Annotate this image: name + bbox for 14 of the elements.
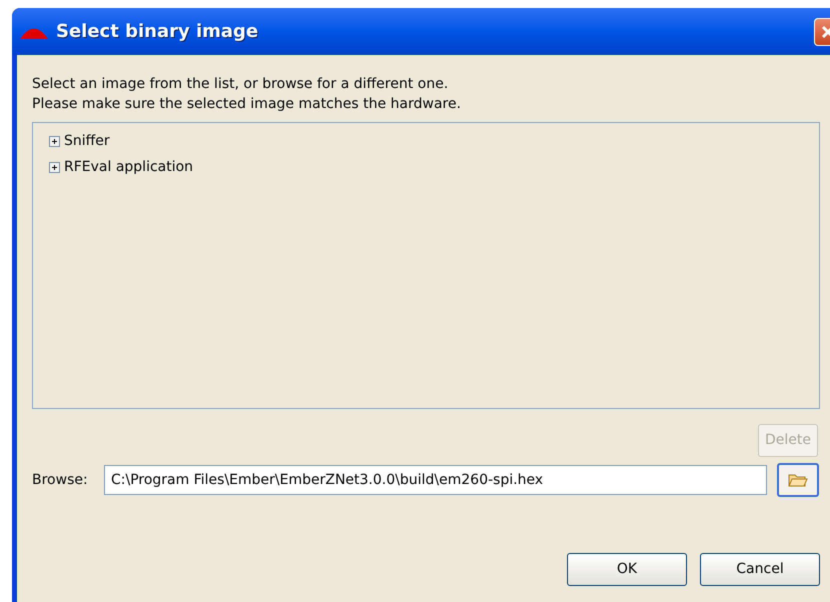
dialog-button[interactable]: OK — [567, 553, 687, 586]
dialog-button[interactable]: Cancel — [700, 553, 820, 586]
expand-icon[interactable] — [49, 136, 60, 146]
tree-item[interactable]: Sniffer — [64, 130, 110, 152]
image-tree[interactable]: Sniffer RFEval application — [32, 122, 820, 409]
browse-label: Browse: — [32, 470, 89, 490]
window-title: Select binary image — [56, 20, 258, 44]
expand-icon[interactable] — [49, 162, 60, 172]
instruction-text: Select an image from the list, or browse for a different one. — [32, 75, 450, 94]
instruction-text: Please make sure the selected image matches the hardware. — [32, 95, 462, 114]
path-field[interactable]: C:\Program Files\Ember\EmberZNet3.0.0\build\em260-spi.hex — [104, 465, 767, 495]
folder-icon — [788, 472, 808, 488]
tree-item[interactable]: RFEval application — [64, 156, 194, 178]
browse-button[interactable] — [777, 463, 819, 497]
